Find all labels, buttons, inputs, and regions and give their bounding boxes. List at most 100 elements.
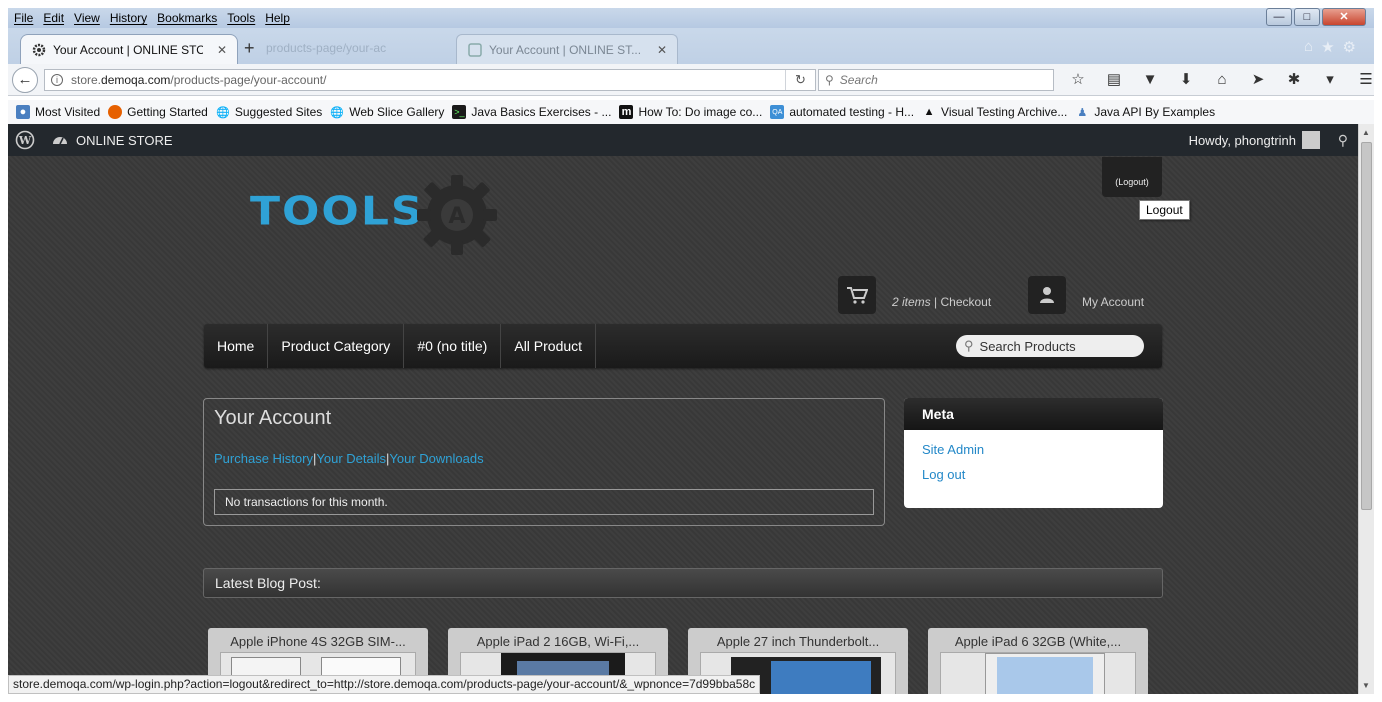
status-bar-url: store.demoqa.com/wp-login.php?action=log… <box>8 675 761 694</box>
cart-widget[interactable]: 2 items | Checkout <box>838 276 991 314</box>
tabstrip-icons: ⌂ ★ ⚙ <box>1304 38 1356 56</box>
url-bar[interactable]: i store. demoqa.com/products-page/your-ac… <box>44 69 816 91</box>
page-scrollbar[interactable]: ▲ ▼ <box>1358 124 1374 694</box>
cart-summary[interactable]: 2 items | Checkout <box>892 295 991 309</box>
search-placeholder: Search <box>839 73 878 87</box>
url-host: demoqa.com <box>101 73 171 87</box>
nav-home[interactable]: Home <box>204 324 269 368</box>
bookmark-label: Java API By Examples <box>1094 105 1216 119</box>
bookmark-suggested-sites[interactable]: 🌐 Suggested Sites <box>216 105 322 119</box>
tab-your-account[interactable]: Your Account | ONLINE STO ✕ <box>20 34 238 64</box>
minimize-button[interactable]: — <box>1266 8 1292 26</box>
log-out-link[interactable]: Log out <box>922 467 1163 482</box>
bookmark-java-api[interactable]: ♟ Java API By Examples <box>1075 105 1215 119</box>
bookmark-web-slice-gallery[interactable]: 🌐 Web Slice Gallery <box>330 105 444 119</box>
product-card[interactable]: Apple iPad 6 32GB (White,... <box>928 628 1148 694</box>
dropdown-icon[interactable]: ▾ <box>1318 70 1342 88</box>
reload-icon[interactable]: ↻ <box>785 70 815 90</box>
admin-search-icon[interactable]: ⚲ <box>1338 132 1348 149</box>
store-name: ONLINE STORE <box>76 132 173 148</box>
wp-admin-bar: W ONLINE STORE Howdy, phongtrinh ⚲ <box>8 124 1358 156</box>
nav-no-title[interactable]: #0 (no title) <box>404 324 502 368</box>
purchase-history-link[interactable]: Purchase History <box>214 451 313 466</box>
back-button[interactable]: ← <box>12 67 38 93</box>
bookmark-automated-testing[interactable]: QA automated testing - H... <box>770 105 914 119</box>
qa-icon: QA <box>770 105 785 119</box>
nav-product-category[interactable]: Product Category <box>268 324 405 368</box>
hamburger-menu-icon[interactable]: ☰ <box>1354 70 1378 88</box>
bookmark-label: Java Basics Exercises - ... <box>471 105 612 119</box>
bookmark-how-to[interactable]: m How To: Do image co... <box>619 105 762 119</box>
my-account-link[interactable]: My Account <box>1082 295 1144 309</box>
bookmark-label: Most Visited <box>35 105 101 119</box>
close-tab-icon-2[interactable]: ✕ <box>657 43 667 57</box>
menu-file[interactable]: File <box>14 11 33 25</box>
scroll-up-icon[interactable]: ▲ <box>1362 128 1370 137</box>
product-title[interactable]: Apple iPhone 4S 32GB SIM-... <box>208 634 428 649</box>
toolbar-icons: ☆ ▤ ▼ ⬇ ⌂ ➤ ✱ ▾ ☰ <box>1066 70 1378 89</box>
product-image[interactable] <box>940 652 1136 694</box>
bookmark-star-icon[interactable]: ☆ <box>1066 70 1090 88</box>
site-admin-link[interactable]: Site Admin <box>922 442 1163 457</box>
bookmark-getting-started[interactable]: Getting Started <box>108 105 208 119</box>
latest-blog-post-header: Latest Blog Post: <box>203 568 1163 598</box>
bookmark-java-basics[interactable]: >_ Java Basics Exercises - ... <box>452 105 611 119</box>
howdy-text: Howdy, phongtrinh <box>1188 132 1296 148</box>
ghost-tab-url: products-page/your-ac <box>266 41 387 55</box>
logout-button[interactable]: (Logout) <box>1102 157 1162 197</box>
reading-list-icon[interactable]: ▤ <box>1102 70 1126 88</box>
site-logo[interactable]: TOOLS A <box>248 164 508 256</box>
download-icon[interactable]: ⬇ <box>1174 70 1198 88</box>
tab-your-account-2[interactable]: Your Account | ONLINE ST... ✕ <box>456 34 678 64</box>
admin-store-link[interactable]: ONLINE STORE <box>52 132 173 149</box>
menu-edit[interactable]: Edit <box>43 11 64 25</box>
menu-bar: File Edit View History Bookmarks Tools H… <box>8 8 1374 28</box>
settings-icon[interactable]: ⚙ <box>1343 38 1356 56</box>
menu-history[interactable]: History <box>110 11 147 25</box>
your-details-link[interactable]: Your Details <box>316 451 386 466</box>
bookmarks-toolbar: ● Most Visited Getting Started 🌐 Suggested… <box>8 100 1374 124</box>
pocket-icon[interactable]: ▼ <box>1138 71 1162 88</box>
star-icon[interactable]: ★ <box>1321 38 1334 56</box>
cart-icon <box>838 276 876 314</box>
home-button-icon[interactable]: ⌂ <box>1210 71 1234 88</box>
avatar <box>1302 131 1320 149</box>
wordpress-icon[interactable]: W <box>10 125 40 155</box>
home-icon[interactable]: ⌂ <box>1304 38 1313 56</box>
maximize-button[interactable]: □ <box>1294 8 1320 26</box>
product-title[interactable]: Apple iPad 6 32GB (White,... <box>928 634 1148 649</box>
user-icon <box>1028 276 1066 314</box>
checkout-link[interactable]: Checkout <box>940 295 991 309</box>
meta-widget: Meta Site Admin Log out <box>904 398 1163 508</box>
new-tab-icon[interactable]: + <box>244 38 255 59</box>
info-icon[interactable]: i <box>51 74 63 86</box>
close-window-button[interactable]: ✕ <box>1322 8 1366 26</box>
menu-tools[interactable]: Tools <box>227 11 255 25</box>
admin-user-menu[interactable]: Howdy, phongtrinh <box>1189 131 1320 149</box>
bookmark-most-visited[interactable]: ● Most Visited <box>16 105 100 119</box>
scroll-down-icon[interactable]: ▼ <box>1362 681 1370 690</box>
product-search-input[interactable]: ⚲ Search Products <box>956 335 1144 357</box>
firefox-icon <box>108 105 123 119</box>
menu-help[interactable]: Help <box>265 11 290 25</box>
menu-bookmarks[interactable]: Bookmarks <box>157 11 217 25</box>
page-title: Your Account <box>214 407 332 429</box>
navigation-toolbar: ← i store. demoqa.com/products-page/your-… <box>8 64 1374 96</box>
product-title[interactable]: Apple iPad 2 16GB, Wi-Fi,... <box>448 634 668 649</box>
close-tab-icon[interactable]: ✕ <box>217 43 227 57</box>
tab-strip: Your Account | ONLINE STO ✕ + products-p… <box>8 28 1374 64</box>
my-account-widget[interactable]: My Account <box>1028 276 1144 314</box>
bookmark-visual-testing[interactable]: ▲ Visual Testing Archive... <box>922 105 1068 119</box>
search-icon: ⚲ <box>825 73 834 87</box>
logo-gear-icon: A <box>417 175 497 255</box>
send-icon[interactable]: ➤ <box>1246 70 1270 88</box>
your-downloads-link[interactable]: Your Downloads <box>389 451 483 466</box>
window-controls: — □ ✕ <box>1266 8 1366 26</box>
terminal-icon: >_ <box>452 105 467 119</box>
browser-search-input[interactable]: ⚲ Search <box>818 69 1054 91</box>
scrollbar-thumb[interactable] <box>1361 142 1372 510</box>
extension-icon[interactable]: ✱ <box>1282 70 1306 88</box>
product-title[interactable]: Apple 27 inch Thunderbolt... <box>688 634 908 649</box>
menu-view[interactable]: View <box>74 11 100 25</box>
nav-all-product[interactable]: All Product <box>501 324 597 368</box>
